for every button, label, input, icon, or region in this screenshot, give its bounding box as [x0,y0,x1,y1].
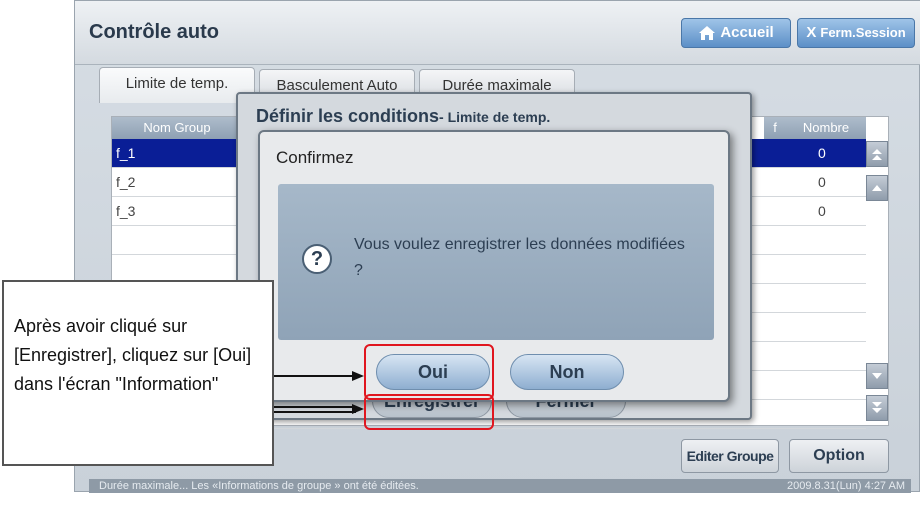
group-name-cell: f_3 [116,203,136,219]
title-bar: Contrôle auto Accueil X Ferm.Session [75,1,920,65]
double-chevron-up-icon [872,149,882,160]
close-icon: X [806,24,817,41]
confirm-message: Vous voulez enregistrer les données modi… [354,236,685,279]
conditions-dialog-title: Définir les conditions- Limite de temp. [256,106,550,127]
group-name-cell: f_1 [116,145,136,161]
option-button[interactable]: Option [789,439,889,473]
confirm-dialog: Confirmez ? Vous voulez enregistrer les … [258,130,730,402]
instruction-callout: Après avoir cliqué sur [Enregistrer], cl… [2,280,274,466]
page-title: Contrôle auto [89,21,219,43]
logout-label: Ferm.Session [820,25,906,40]
scroll-bottom-button[interactable] [866,395,888,421]
group-name-cell: f_2 [116,174,136,190]
column-header-name: Nom Group [112,117,242,139]
unit-count-cell: 0 [818,174,826,190]
conditions-title-text: Définir les conditions [256,106,440,126]
scroll-top-button[interactable] [866,141,888,167]
conditions-subtitle: - Limite de temp. [439,109,551,125]
chevron-down-icon [872,373,882,379]
logout-button[interactable]: X Ferm.Session [797,18,915,48]
home-button[interactable]: Accueil [681,18,791,48]
scroll-up-button[interactable] [866,175,888,201]
status-datetime: 2009.8.31(Lun) 4:27 AM [786,480,905,492]
confirm-dialog-body: ? Vous voulez enregistrer les données mo… [278,184,714,340]
status-bar: Durée maximale... Les «Informations de g… [89,479,911,493]
edit-group-button[interactable]: Editer Groupe [681,439,779,473]
column-header-fragment: f [764,117,786,139]
double-chevron-down-icon [872,402,882,413]
scroll-down-button[interactable] [866,363,888,389]
status-message: Durée maximale... Les «Informations de g… [99,480,419,492]
column-header-units: Nombre d'unités [786,117,866,157]
home-label: Accueil [720,24,774,41]
question-icon: ? [302,244,332,274]
home-icon [699,26,716,40]
chevron-up-icon [872,185,882,191]
yes-button[interactable]: Oui [376,354,490,390]
confirm-dialog-title: Confirmez [276,148,354,167]
no-button[interactable]: Non [510,354,624,390]
unit-count-cell: 0 [818,203,826,219]
callout-text: Après avoir cliqué sur [Enregistrer], cl… [14,316,252,394]
tab-limite-temp[interactable]: Limite de temp. [99,67,255,103]
unit-count-cell: 0 [818,145,826,161]
